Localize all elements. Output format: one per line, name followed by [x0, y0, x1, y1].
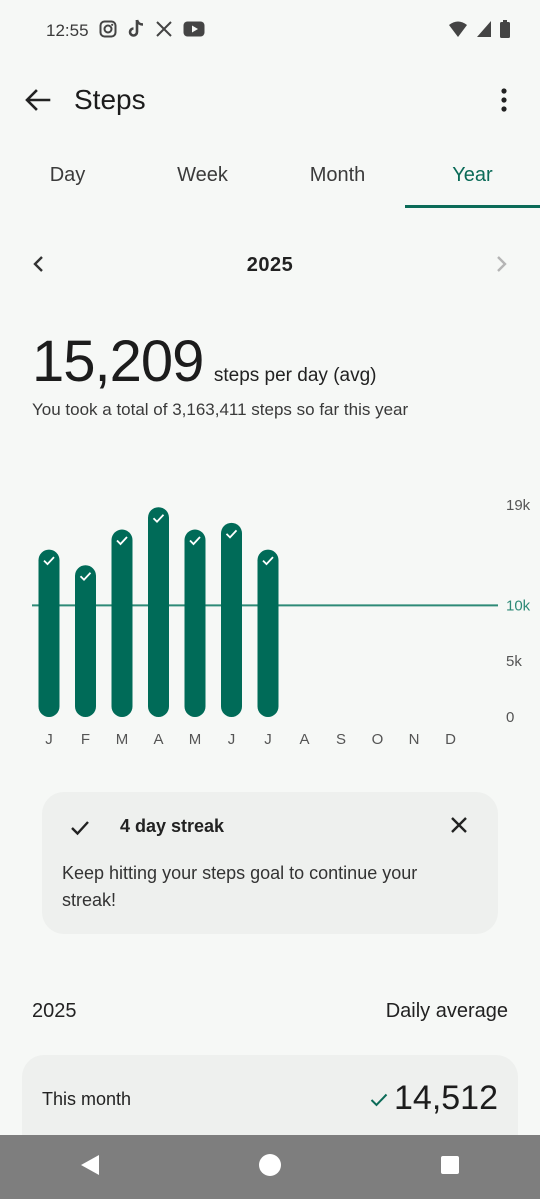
more-options-button[interactable] [492, 86, 516, 118]
tab-week[interactable]: Week [135, 150, 270, 208]
tab-day[interactable]: Day [0, 150, 135, 208]
status-time: 12:55 [46, 21, 89, 40]
steps-summary: 15,209 steps per day (avg) [32, 328, 377, 395]
steps-bar-chart: J F M A M J J A S O N D 0 5k 10k 19k [0, 470, 540, 760]
x-tick-label: O [372, 731, 384, 748]
streak-title: 4 day streak [120, 816, 225, 836]
notification-icons [99, 19, 205, 44]
battery-icon [500, 19, 510, 43]
chart-bar[interactable] [184, 529, 206, 717]
dismiss-streak-button[interactable] [446, 814, 472, 840]
next-period-button[interactable] [488, 252, 516, 280]
nav-recents-button[interactable] [430, 1147, 470, 1187]
triangle-back-icon [79, 1153, 101, 1182]
youtube-icon [183, 21, 205, 42]
chevron-right-icon [496, 255, 508, 278]
x-tick-label: F [81, 731, 90, 748]
nav-home-button[interactable] [250, 1147, 290, 1187]
x-icon [155, 20, 173, 43]
system-icons [448, 19, 510, 43]
x-tick-label: M [116, 731, 129, 748]
chart-bar[interactable] [221, 522, 242, 717]
x-tick-label: A [299, 731, 309, 748]
goal-check-icon [368, 1089, 390, 1111]
x-tick-label: S [336, 731, 346, 748]
x-tick-label: A [153, 731, 163, 748]
y-tick-label: 0 [506, 709, 514, 726]
chart-bar[interactable] [111, 529, 133, 717]
averages-header: 2025 Daily average [32, 1000, 508, 1028]
tiktok-icon [127, 19, 145, 44]
wifi-icon [448, 20, 468, 43]
x-tick-label: J [228, 731, 236, 748]
x-tick-label: N [409, 731, 420, 748]
system-navigation-bar [0, 1135, 540, 1199]
y-tick-label: 10k [506, 597, 531, 614]
nav-back-button[interactable] [70, 1147, 110, 1187]
check-icon [68, 816, 92, 840]
chart-bar[interactable] [75, 565, 96, 717]
x-tick-label: D [445, 731, 456, 748]
app-bar: Steps [0, 72, 540, 132]
chart-bar[interactable] [148, 507, 169, 717]
streak-message: Keep hitting your steps goal to continue… [62, 863, 418, 910]
averages-year: 2025 [32, 1000, 77, 1022]
arrow-back-icon [25, 88, 51, 116]
average-steps-unit: steps per day (avg) [213, 365, 377, 386]
tab-month[interactable]: Month [270, 150, 405, 208]
square-recents-icon [440, 1155, 460, 1180]
period-label: 2025 [246, 254, 294, 276]
instagram-icon [99, 20, 117, 43]
tab-year[interactable]: Year [405, 150, 540, 208]
row-label: This month [42, 1089, 132, 1109]
circle-home-icon [258, 1153, 282, 1182]
x-tick-label: J [264, 731, 272, 748]
status-bar: 12:55 [0, 0, 540, 62]
close-icon [450, 816, 468, 839]
page-title: Steps [74, 84, 146, 115]
x-tick-label: J [45, 731, 53, 748]
y-tick-label: 19k [506, 497, 531, 514]
period-navigator: 2025 [0, 246, 540, 286]
chart-bar[interactable] [38, 549, 60, 717]
average-steps-value: 15,209 [32, 329, 204, 394]
signal-icon [476, 20, 492, 43]
period-tabs: Day Week Month Year [0, 150, 540, 208]
streak-card: 4 day streak Keep hitting your steps goa… [42, 792, 498, 934]
total-steps-text: You took a total of 3,163,411 steps so f… [32, 400, 409, 419]
row-value: 14,512 [394, 1079, 498, 1117]
chart-bar[interactable] [257, 549, 279, 717]
x-tick-label: M [189, 731, 202, 748]
chart-svg: J F M A M J J A S O N D 0 5k 10k 19k [32, 497, 531, 748]
averages-column-label: Daily average [385, 1000, 508, 1022]
more-vert-icon [501, 87, 507, 117]
back-button[interactable] [22, 86, 54, 118]
y-tick-label: 5k [506, 653, 522, 670]
